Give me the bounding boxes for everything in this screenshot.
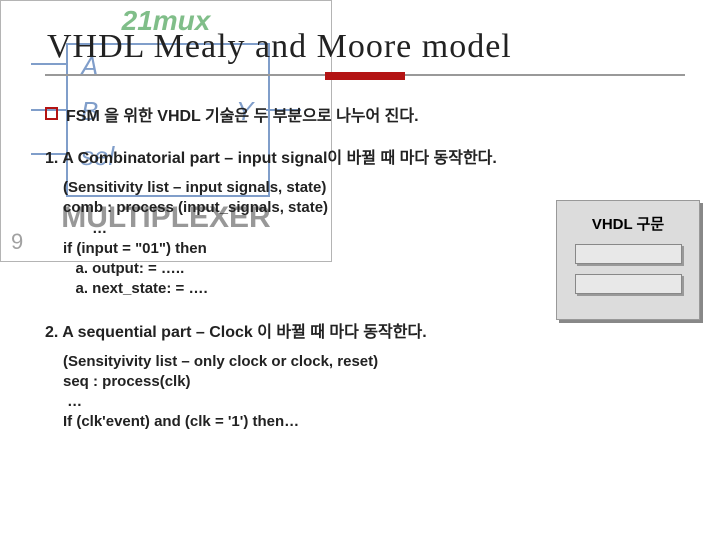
bullet-icon	[45, 107, 58, 120]
vhdl-box-title: VHDL 구문	[563, 213, 693, 234]
vhdl-syntax-box: VHDL 구문	[556, 200, 700, 320]
vhdl-box-inner2	[575, 274, 682, 294]
slide-number: 9	[11, 229, 23, 255]
part2-heading: 2. A sequential part – Clock 이 바뀔 때 마다 동…	[45, 318, 685, 342]
intro-label: FSM 을 위한 VHDL 기술은 두 부분으로 나누어 진다.	[66, 108, 419, 125]
part1-heading: 1. A Combinatorial part – input signal이 …	[45, 144, 685, 168]
title-underline	[45, 74, 685, 84]
intro-text: FSM 을 위한 VHDL 기술은 두 부분으로 나누어 진다.	[45, 102, 685, 126]
vhdl-box-inner1	[575, 244, 682, 264]
part2-code: (Sensityivity list – only clock or clock…	[63, 352, 685, 433]
slide-title: VHDL Mealy and Moore model	[47, 28, 685, 66]
